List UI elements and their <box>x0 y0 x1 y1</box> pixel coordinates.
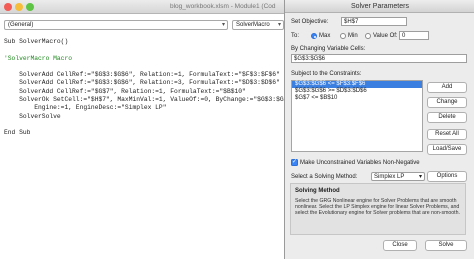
constraints-list[interactable]: $G$3:$G$6 <= $F$3:$F$6 $G$3:$G$6 >= $D$3… <box>291 80 423 152</box>
code-line: End Sub <box>4 129 31 137</box>
chevron-down-icon: ▾ <box>418 174 422 180</box>
minimize-window-icon[interactable] <box>15 3 23 11</box>
changing-cells-label: By Changing Variable Cells: <box>291 46 366 52</box>
change-button[interactable]: Change <box>427 97 467 108</box>
object-combo-value: (General) <box>8 22 34 28</box>
select-method-label: Select a Solving Method: <box>291 174 358 180</box>
code-line: SolverOk SetCell:="$H$7", MaxMinVal:=1, … <box>4 96 307 104</box>
code-line: SolverAdd CellRef:="$G$7", Relation:=1, … <box>4 87 246 95</box>
code-line: SolverAdd CellRef:="$G$3:$G$6", Relation… <box>4 71 280 79</box>
nonneg-label: Make Unconstrained Variables Non-Negativ… <box>300 160 420 166</box>
chevron-down-icon: ▾ <box>221 22 225 28</box>
constraint-item[interactable]: $G$3:$G$6 >= $D$3:$D$6 <box>292 88 422 95</box>
code-line: SolverSolve <box>4 112 61 120</box>
solving-method-value: Simplex LP <box>374 174 405 180</box>
dialog-title: Solver Parameters <box>285 0 474 13</box>
set-objective-label: Set Objective: <box>291 19 329 25</box>
value-of-radio[interactable] <box>365 33 371 39</box>
editor-title: blog_workbook.xlsm - Module1 (Cod <box>170 3 276 10</box>
reset-all-button[interactable]: Reset All <box>427 129 467 140</box>
add-button[interactable]: Add <box>427 82 467 93</box>
constraint-item[interactable]: $G$3:$G$6 <= $F$3:$F$6 <box>292 81 422 88</box>
zoom-window-icon[interactable] <box>26 3 34 11</box>
options-button[interactable]: Options <box>427 171 467 182</box>
max-radio[interactable] <box>311 33 317 39</box>
nonneg-checkbox[interactable]: ✓ <box>291 159 298 166</box>
min-label: Min <box>348 33 358 39</box>
solver-parameters-dialog: Solver Parameters Set Objective: $H$7 To… <box>284 0 474 259</box>
solving-method-box: Solving Method Select the GRG Nonlinear … <box>290 183 466 235</box>
editor-title-bar: blog_workbook.xlsm - Module1 (Cod <box>0 0 286 14</box>
load-save-button[interactable]: Load/Save <box>427 144 467 155</box>
min-radio[interactable] <box>340 33 346 39</box>
code-line: Engine:=1, EngineDesc:="Simplex LP" <box>4 104 167 112</box>
code-comment-line: 'SolverMacro Macro <box>4 54 73 62</box>
code-line: SolverAdd CellRef:="$G$3:$G$6", Relation… <box>4 79 280 87</box>
set-objective-input[interactable]: $H$7 <box>341 17 407 26</box>
max-label: Max <box>319 33 331 39</box>
close-button[interactable]: Close <box>383 240 417 251</box>
procedure-combo[interactable]: SolverMacro ▾ <box>232 20 284 30</box>
close-window-icon[interactable] <box>4 3 12 11</box>
solving-method-select[interactable]: Simplex LP ▾ <box>371 172 425 181</box>
value-of-input[interactable]: 0 <box>399 31 429 40</box>
editor-combo-bar: (General) ▾ SolverMacro ▾ <box>0 16 286 30</box>
constraint-item[interactable]: $G$7 <= $B$10 <box>292 95 422 102</box>
delete-button[interactable]: Delete <box>427 112 467 123</box>
solve-button[interactable]: Solve <box>425 240 467 251</box>
constraints-label: Subject to the Constraints: <box>291 71 362 77</box>
chevron-down-icon: ▾ <box>277 22 281 28</box>
changing-cells-input[interactable]: $G$3:$G$6 <box>291 54 467 63</box>
to-label: To: <box>291 33 300 39</box>
object-combo[interactable]: (General) ▾ <box>4 20 228 30</box>
code-line: Sub SolverMacro() <box>4 38 69 45</box>
value-of-label: Value Of: <box>373 33 398 39</box>
vba-editor-window: blog_workbook.xlsm - Module1 (Cod (Gener… <box>0 0 307 259</box>
code-area[interactable]: Sub SolverMacro() 'SolverMacro Macro Sol… <box>4 38 307 138</box>
procedure-combo-value: SolverMacro <box>236 22 270 28</box>
solving-method-heading: Solving Method <box>295 188 340 194</box>
solving-method-description: Select the GRG Nonlinear engine for Solv… <box>295 198 460 217</box>
